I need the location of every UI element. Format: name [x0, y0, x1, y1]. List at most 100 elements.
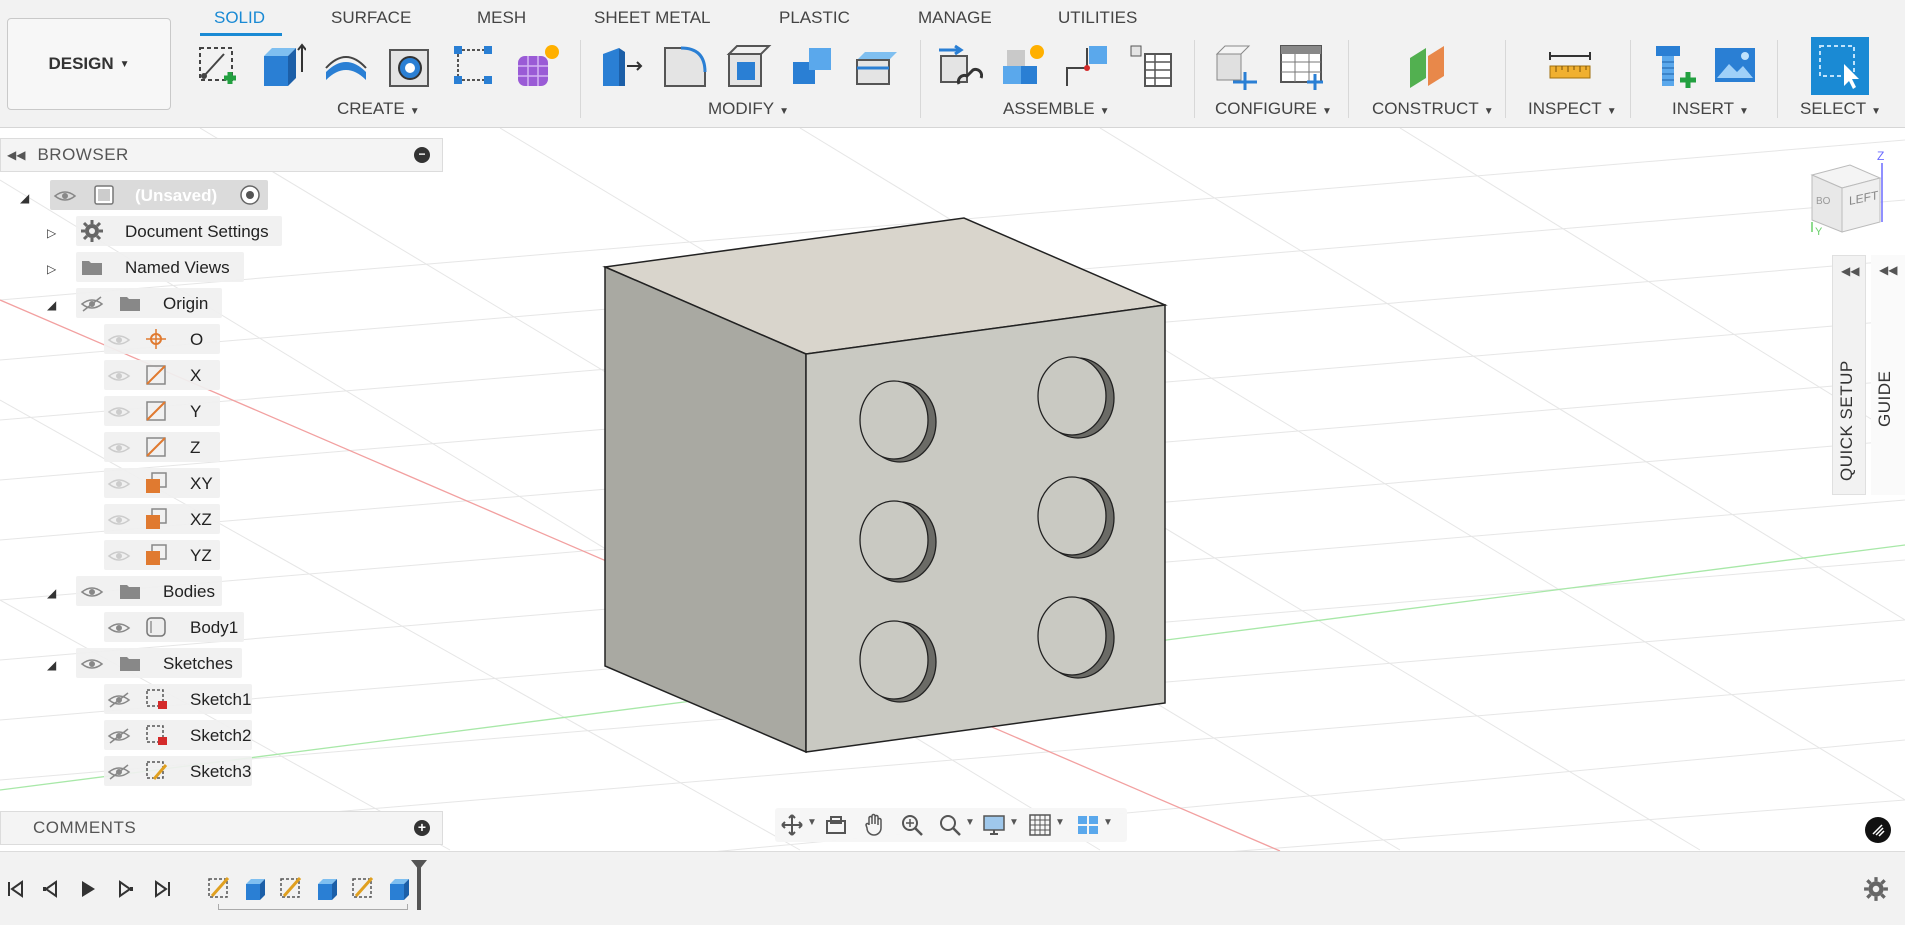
visibility-eye-icon[interactable] [80, 656, 104, 672]
configure-button[interactable] [1212, 40, 1262, 92]
press-pull-button[interactable] [596, 40, 646, 92]
zoom-button[interactable] [897, 812, 927, 838]
step-back-button[interactable] [38, 876, 64, 902]
visibility-eye-icon[interactable] [107, 332, 131, 348]
play-button[interactable] [75, 876, 101, 902]
timeline-extrude2[interactable] [314, 874, 340, 902]
visibility-eye-icon[interactable] [107, 548, 131, 564]
orbit-button[interactable] [777, 812, 807, 838]
timeline-sketch3[interactable] [350, 874, 376, 902]
pan-button[interactable] [859, 812, 889, 838]
add-comment-icon[interactable]: + [414, 820, 430, 836]
visibility-eye-icon[interactable] [107, 512, 131, 528]
visibility-eye-icon[interactable] [107, 440, 131, 456]
tab-sheet-metal[interactable]: SHEET METAL [594, 8, 711, 28]
grid-settings-button[interactable] [1025, 812, 1055, 838]
body1-model[interactable] [602, 217, 1168, 754]
look-at-button[interactable] [821, 812, 851, 838]
chevron-down-icon[interactable]: ▼ [807, 817, 817, 828]
assemble-menu[interactable]: ASSEMBLE ▼ [1003, 99, 1110, 119]
hidden-eye-icon[interactable] [107, 728, 131, 744]
chevron-down-icon[interactable]: ▼ [1103, 817, 1113, 828]
offset-plane-button[interactable] [1403, 40, 1453, 92]
step-forward-button[interactable] [112, 876, 138, 902]
go-to-start-button[interactable] [2, 876, 28, 902]
origin-xz-label: XZ [190, 510, 212, 529]
measure-button[interactable] [1545, 40, 1595, 92]
as-built-joint-button[interactable] [1062, 40, 1112, 92]
tab-manage[interactable]: MANAGE [918, 8, 992, 28]
expand-triangle-icon[interactable]: ▷ [47, 226, 56, 240]
expand-triangle-icon[interactable]: ▷ [47, 262, 56, 276]
fit-button[interactable] [935, 812, 965, 838]
timeline-extrude3[interactable] [386, 874, 412, 902]
create-form-button[interactable] [513, 40, 563, 92]
new-component-button[interactable] [998, 40, 1048, 92]
insert-menu[interactable]: INSERT ▼ [1672, 99, 1749, 119]
timeline-settings-button[interactable] [1863, 876, 1889, 902]
hidden-eye-icon[interactable] [80, 296, 104, 312]
hidden-eye-icon[interactable] [107, 692, 131, 708]
go-to-end-button[interactable] [150, 876, 176, 902]
offset-face-button[interactable] [852, 40, 902, 92]
shell-button[interactable] [724, 40, 774, 92]
comments-panel-header[interactable]: COMMENTS + [0, 811, 443, 845]
tab-solid[interactable]: SOLID [214, 8, 265, 28]
collapse-icon[interactable]: ◀◀ [7, 148, 25, 162]
insert-canvas-button[interactable] [1710, 40, 1760, 92]
hidden-eye-icon[interactable] [107, 764, 131, 780]
visibility-eye-icon[interactable] [107, 404, 131, 420]
visibility-eye-icon[interactable] [107, 368, 131, 384]
create-sketch-button[interactable] [193, 40, 243, 92]
collapse-triangle-icon[interactable]: ◢ [47, 586, 56, 600]
timeline-marker[interactable] [411, 860, 427, 910]
canvas-viewport[interactable]: LEFT BO Z Y [0, 128, 1905, 851]
construct-menu[interactable]: CONSTRUCT ▼ [1372, 99, 1494, 119]
quick-setup-panel[interactable]: ◀◀ QUICK SETUP [1832, 255, 1866, 495]
visibility-eye-icon[interactable] [107, 476, 131, 492]
chevron-down-icon[interactable]: ▼ [1055, 817, 1065, 828]
tab-plastic[interactable]: PLASTIC [779, 8, 850, 28]
viewports-button[interactable] [1073, 812, 1103, 838]
hole-button[interactable] [385, 40, 435, 92]
tab-utilities[interactable]: UTILITIES [1058, 8, 1137, 28]
revolve-button[interactable] [321, 40, 371, 92]
timeline-extrude1[interactable] [242, 874, 268, 902]
pattern-button[interactable] [449, 40, 499, 92]
collapse-triangle-icon[interactable]: ◢ [47, 298, 56, 312]
expand-triangle-icon[interactable]: ◢ [20, 191, 29, 205]
tab-mesh[interactable]: MESH [477, 8, 526, 28]
display-settings-button[interactable] [979, 812, 1009, 838]
configure-menu[interactable]: CONFIGURE ▼ [1215, 99, 1332, 119]
chevron-down-icon[interactable]: ▼ [1009, 817, 1019, 828]
extrude-button[interactable] [257, 40, 307, 92]
insert-mcmaster-button[interactable] [1649, 40, 1699, 92]
workspace-switcher[interactable]: DESIGN ▼ [7, 18, 171, 110]
configuration-table-button[interactable] [1276, 40, 1326, 92]
create-menu[interactable]: CREATE ▼ [337, 99, 420, 119]
minimize-icon[interactable]: − [414, 147, 430, 163]
timeline-sketch1[interactable] [206, 874, 232, 902]
select-button[interactable] [1811, 37, 1869, 95]
bill-of-materials-button[interactable] [1126, 40, 1176, 92]
help-chat-button[interactable] [1865, 817, 1891, 843]
combine-button[interactable] [788, 40, 838, 92]
origin-y-label: Y [190, 402, 202, 421]
timeline-sketch2[interactable] [278, 874, 304, 902]
joint-button[interactable] [934, 40, 984, 92]
active-radio-icon[interactable] [238, 183, 262, 207]
visibility-eye-icon[interactable] [53, 188, 77, 204]
tab-surface[interactable]: SURFACE [331, 8, 411, 28]
collapse-triangle-icon[interactable]: ◢ [47, 658, 56, 672]
chevron-down-icon[interactable]: ▼ [965, 817, 975, 828]
expand-icon[interactable]: ◀◀ [1879, 263, 1897, 277]
visibility-eye-icon[interactable] [107, 620, 131, 636]
fillet-button[interactable] [660, 40, 710, 92]
modify-menu[interactable]: MODIFY ▼ [708, 99, 789, 119]
inspect-menu[interactable]: INSPECT ▼ [1528, 99, 1617, 119]
select-menu[interactable]: SELECT ▼ [1800, 99, 1881, 119]
guide-panel[interactable]: ◀◀ GUIDE [1871, 255, 1905, 495]
expand-icon[interactable]: ◀◀ [1841, 264, 1859, 278]
visibility-eye-icon[interactable] [80, 584, 104, 600]
marker-handle[interactable] [411, 860, 427, 870]
